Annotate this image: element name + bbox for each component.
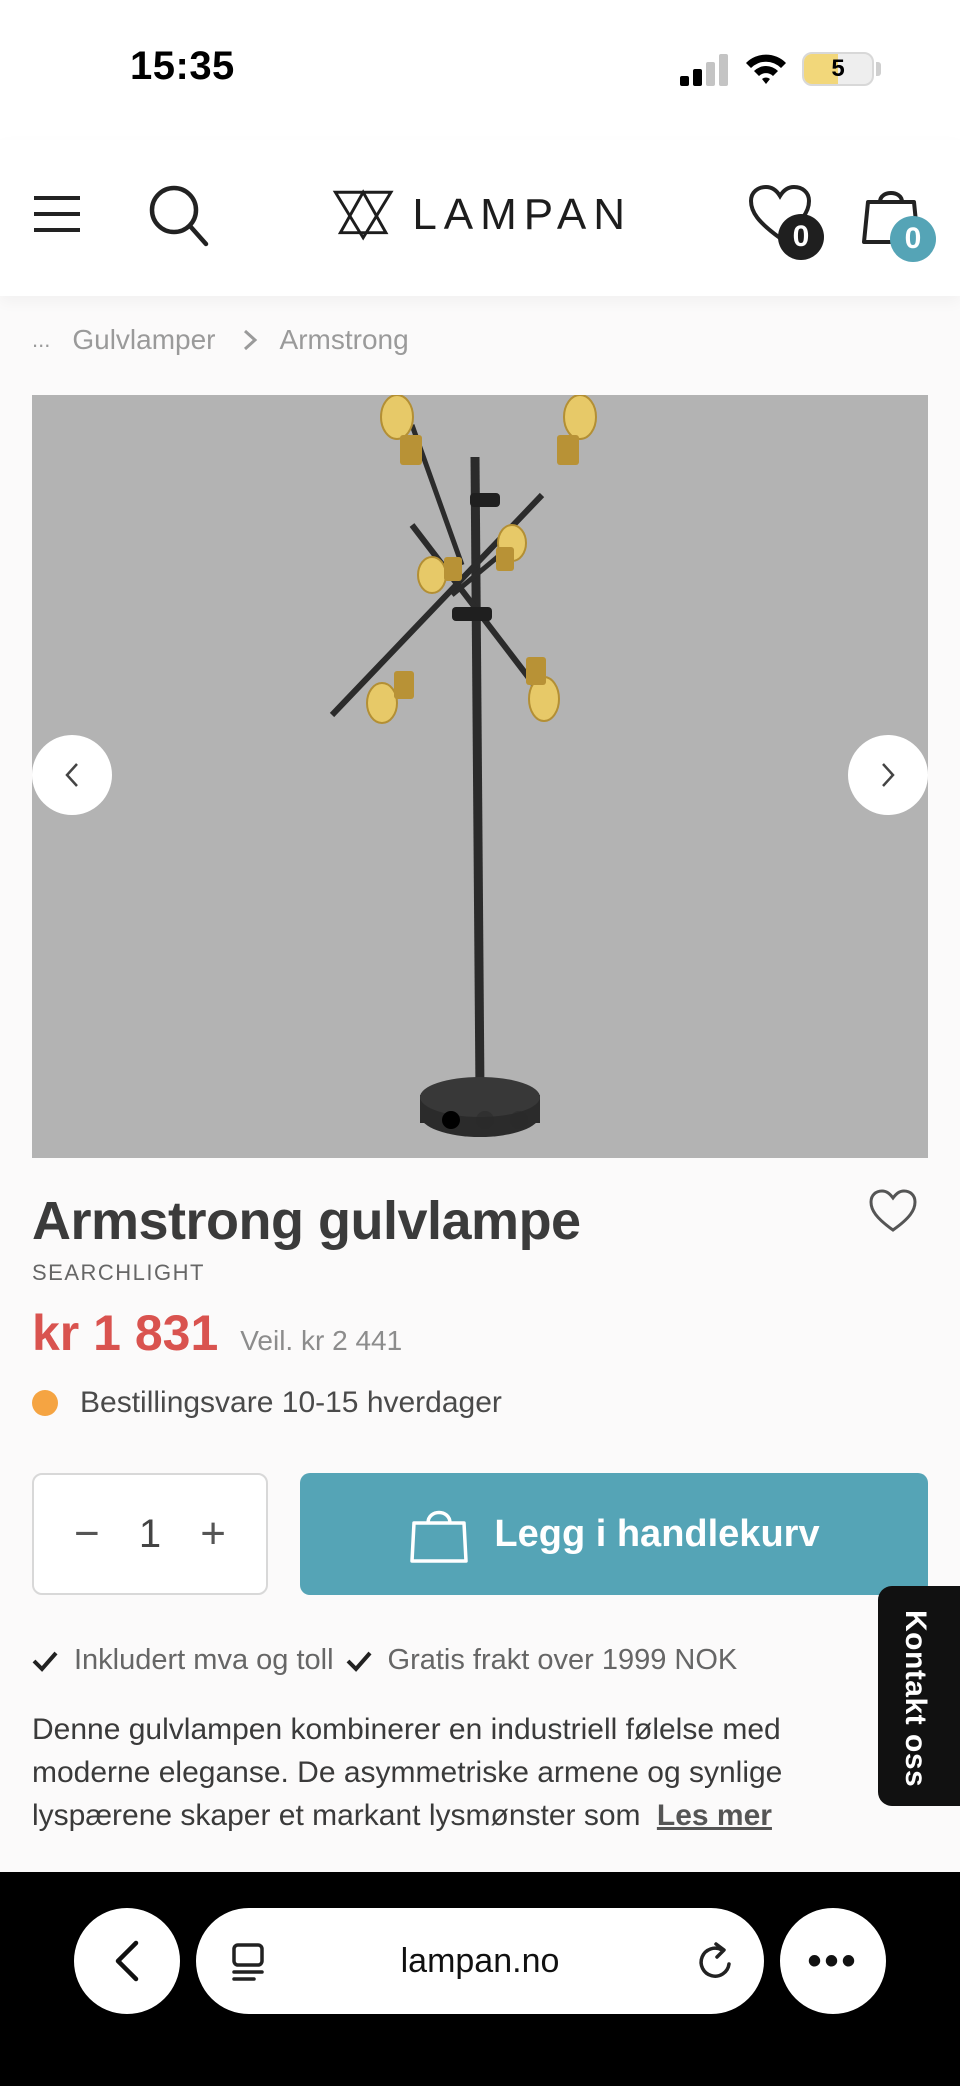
quantity-increase-button[interactable]: + [200, 1512, 226, 1556]
add-to-cart-label: Legg i handlekurv [494, 1512, 820, 1555]
product-title: Armstrong gulvlampe [32, 1191, 581, 1251]
status-bar: 15:35 5 [0, 0, 960, 140]
product-brand[interactable]: SEARCHLIGHT [32, 1260, 205, 1286]
usp-list: Inkludert mva og toll Gratis frakt over … [32, 1644, 737, 1677]
gallery-dot[interactable] [442, 1111, 460, 1129]
wishlist-button[interactable]: 0 [748, 184, 824, 260]
cellular-signal-icon [680, 54, 728, 86]
browser-toolbar: lampan.no ••• [0, 1872, 960, 2086]
stock-status-text: Bestillingsvare 10-15 hverdager [80, 1386, 502, 1419]
product-price: kr 1 831 [32, 1305, 219, 1361]
add-to-cart-button[interactable]: Legg i handlekurv [300, 1473, 928, 1595]
search-icon[interactable] [148, 184, 210, 248]
site-logo[interactable]: LAMPAN [332, 182, 632, 248]
lampan-logo-icon [332, 189, 394, 241]
gallery-pagination [442, 1111, 528, 1129]
battery-tip [876, 62, 881, 76]
contact-us-label: Kontakt oss [899, 1610, 932, 1788]
usp-item: Gratis frakt over 1999 NOK [346, 1644, 738, 1677]
site-header: LAMPAN 0 0 [0, 140, 960, 296]
product-image-gallery[interactable] [32, 395, 928, 1158]
gallery-dot[interactable] [476, 1111, 494, 1129]
browser-more-button[interactable]: ••• [780, 1908, 886, 2014]
status-time: 15:35 [130, 44, 235, 88]
chevron-left-icon [65, 763, 78, 787]
logo-text: LAMPAN [412, 190, 632, 239]
reload-icon[interactable] [696, 1940, 736, 1982]
battery-level: 5 [831, 55, 845, 82]
quantity-value[interactable]: 1 [139, 1512, 161, 1557]
cart-count-badge: 0 [890, 216, 936, 262]
chevron-right-icon [882, 763, 895, 787]
product-description: Denne gulvlampen kombinerer en industrie… [32, 1708, 892, 1837]
checkmark-icon [32, 1651, 58, 1672]
battery-icon: 5 [802, 52, 874, 86]
address-bar-domain[interactable]: lampan.no [196, 1908, 764, 2014]
read-more-link[interactable]: Les mer [657, 1799, 772, 1832]
breadcrumb-ellipsis[interactable]: ... [32, 327, 50, 353]
breadcrumb-item-gulvlamper[interactable]: Gulvlamper [72, 324, 215, 356]
product-image-armstrong-floor-lamp [329, 395, 597, 1137]
chevron-right-icon [243, 329, 257, 351]
wifi-icon [746, 54, 786, 84]
quantity-stepper: − 1 + [32, 1473, 268, 1595]
usp-text: Inkludert mva og toll [74, 1644, 334, 1676]
add-to-wishlist-heart-icon[interactable] [868, 1188, 918, 1234]
stock-status-dot [32, 1390, 58, 1416]
quantity-decrease-button[interactable]: − [74, 1512, 100, 1556]
checkmark-icon [346, 1651, 372, 1672]
breadcrumb-item-armstrong[interactable]: Armstrong [280, 324, 409, 356]
shopping-bag-icon [410, 1510, 469, 1563]
breadcrumb: ... Gulvlamper Armstrong [32, 324, 409, 356]
wishlist-count-badge: 0 [778, 214, 824, 260]
gallery-dot[interactable] [510, 1111, 528, 1129]
price-row: kr 1 831 Veil. kr 2 441 [32, 1304, 402, 1362]
address-bar[interactable]: lampan.no [196, 1908, 764, 2014]
gallery-prev-button[interactable] [32, 735, 112, 815]
stock-status: Bestillingsvare 10-15 hverdager [32, 1386, 502, 1420]
recommended-price: Veil. kr 2 441 [240, 1325, 403, 1356]
usp-text: Gratis frakt over 1999 NOK [387, 1644, 738, 1676]
gallery-next-button[interactable] [848, 735, 928, 815]
cart-button[interactable]: 0 [860, 184, 940, 264]
usp-item: Inkludert mva og toll [32, 1644, 334, 1677]
chevron-left-icon [115, 1940, 139, 1982]
browser-back-button[interactable] [74, 1908, 180, 2014]
hamburger-menu-icon[interactable] [32, 192, 84, 236]
contact-us-tab[interactable]: Kontakt oss [878, 1586, 960, 1806]
